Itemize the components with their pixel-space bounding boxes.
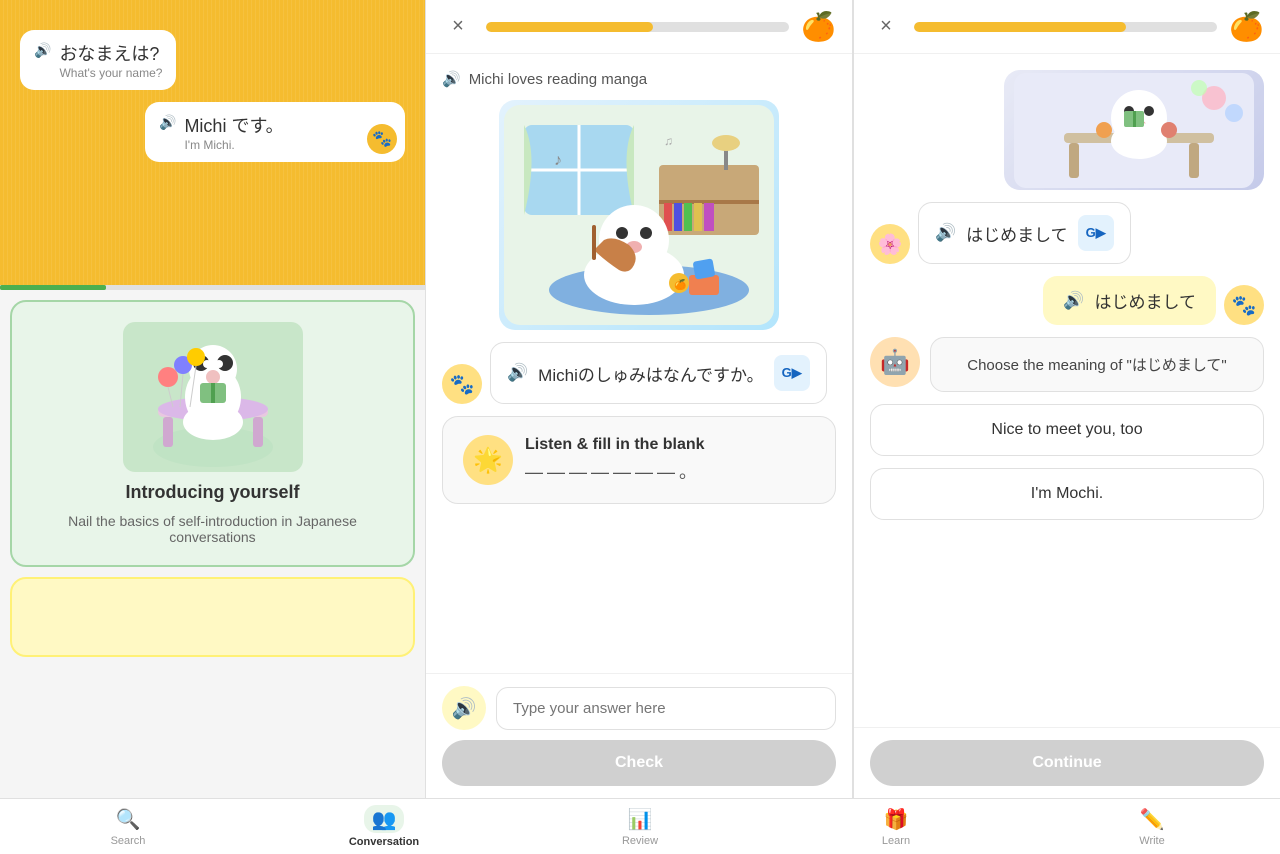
- mascot-avatar-small: 🐾: [367, 124, 397, 154]
- question-box: Choose the meaning of "はじめまして": [930, 337, 1264, 392]
- listen-fill-card: 🌟 Listen & fill in the blank ———————。: [442, 416, 836, 504]
- right-speech-row-right: 🔊 はじめまして 🐾: [870, 276, 1264, 325]
- lesson-card-2[interactable]: [10, 577, 415, 657]
- left-cards-area: Introducing yourself Nail the basics of …: [0, 290, 425, 798]
- left-top-section: 🔊 おなまえは? What's your name? 🔊 Michi です。 I…: [0, 0, 425, 285]
- mid-speech-bubble: 🔊 Michiのしゅみはなんですか。 G▶: [490, 342, 827, 404]
- question-area: 🤖 Choose the meaning of "はじめまして": [870, 337, 1264, 392]
- mid-speaker-icon-2[interactable]: 🔊: [507, 363, 528, 383]
- mid-audio-text: Michi loves reading manga: [469, 71, 647, 88]
- right-speaker-icon-1[interactable]: 🔊: [935, 223, 956, 243]
- nav-label-write: Write: [1139, 835, 1164, 847]
- answer-option-1[interactable]: Nice to meet you, too: [870, 404, 1264, 456]
- lesson-card-1[interactable]: Introducing yourself Nail the basics of …: [10, 300, 415, 567]
- svg-text:♪: ♪: [554, 152, 562, 169]
- right-progress-fill: [914, 22, 1126, 32]
- svg-text:🍊: 🍊: [674, 278, 687, 291]
- nav-label-search: Search: [111, 835, 146, 847]
- speaker-icon-1[interactable]: 🔊: [34, 42, 51, 59]
- nav-label-learn: Learn: [882, 835, 910, 847]
- mochi-music-illustration: ♪ ♫ 🍊: [504, 105, 774, 325]
- continue-button[interactable]: Continue: [870, 740, 1264, 786]
- bubble-text-2: Michi です。: [184, 112, 283, 138]
- right-avatar-right: 🐾: [1224, 285, 1264, 325]
- svg-text:♫: ♫: [664, 134, 673, 148]
- mid-progress-fill: [486, 22, 653, 32]
- nav-item-learn[interactable]: 🎁 Learn: [768, 799, 1024, 854]
- lesson-card-desc: Nail the basics of self-introduction in …: [32, 513, 393, 545]
- mid-speech-text: Michiのしゅみはなんですか。: [538, 361, 763, 386]
- learn-icon: 🎁: [884, 807, 909, 832]
- translate-button-right[interactable]: G▶: [1078, 215, 1114, 251]
- mid-orange-icon: 🍊: [801, 10, 836, 43]
- question-avatar: 🤖: [870, 337, 920, 387]
- mochi-dinner-illustration: [1014, 73, 1254, 188]
- nav-item-review[interactable]: 📊 Review: [512, 799, 768, 854]
- mid-lesson-image: ♪ ♫ 🍊: [499, 100, 779, 330]
- search-icon: 🔍: [116, 807, 141, 832]
- right-bubble-right: 🔊 はじめまして: [1043, 276, 1216, 325]
- chat-bubble-question: 🔊 おなまえは? What's your name?: [20, 30, 176, 90]
- nav-item-conversation[interactable]: 👥 Conversation: [256, 799, 512, 854]
- fill-blank-line: ———————。: [525, 458, 815, 484]
- bubble-sub-2: I'm Michi.: [184, 138, 283, 152]
- right-speech-row-left: 🌸 🔊 はじめまして G▶: [870, 202, 1264, 264]
- nav-active-bg: 👥: [364, 805, 404, 833]
- question-text: Choose the meaning of "はじめまして": [947, 354, 1247, 375]
- write-icon: ✏️: [1140, 807, 1165, 832]
- mid-close-button[interactable]: ×: [442, 11, 474, 43]
- right-lesson-image: [1004, 70, 1264, 190]
- right-panel-footer: Continue: [854, 727, 1280, 798]
- bubble-sub-1: What's your name?: [59, 66, 162, 80]
- lesson-card-title: Introducing yourself: [125, 482, 299, 503]
- speaker-icon-2[interactable]: 🔊: [159, 114, 176, 131]
- chat-bubble-answer: 🔊 Michi です。 I'm Michi. 🐾: [145, 102, 405, 162]
- listen-fill-text-area: Listen & fill in the blank ———————。: [525, 436, 815, 484]
- translate-button-mid[interactable]: G▶: [774, 355, 810, 391]
- mid-avatar: 🐾: [442, 364, 482, 404]
- answer-input[interactable]: [496, 687, 836, 730]
- right-speaker-icon-2[interactable]: 🔊: [1063, 291, 1084, 311]
- right-bubble-right-text: はじめまして: [1095, 288, 1197, 313]
- panda-illustration: [128, 327, 298, 467]
- mid-panel-header: × 🍊: [426, 0, 852, 54]
- right-panel: × 🍊: [853, 0, 1280, 798]
- mid-panel-body: 🔊 Michi loves reading manga: [426, 54, 852, 673]
- nav-item-search[interactable]: 🔍 Search: [0, 799, 256, 854]
- right-panel-body: 🌸 🔊 はじめまして G▶ 🔊 はじめまして 🐾 🤖 Cho: [854, 54, 1280, 727]
- right-close-button[interactable]: ×: [870, 11, 902, 43]
- bottom-navigation: 🔍 Search 👥 Conversation 📊 Review 🎁 Learn…: [0, 798, 1280, 854]
- right-bubble-left-text: はじめまして: [966, 221, 1068, 246]
- nav-label-review: Review: [622, 835, 658, 847]
- check-button[interactable]: Check: [442, 740, 836, 786]
- right-avatar-left: 🌸: [870, 224, 910, 264]
- mid-audio-label: 🔊 Michi loves reading manga: [442, 70, 836, 88]
- mid-speech-row: 🐾 🔊 Michiのしゅみはなんですか。 G▶: [442, 342, 836, 404]
- mid-speaker-icon[interactable]: 🔊: [442, 70, 461, 88]
- right-progress-track: [914, 22, 1217, 32]
- listen-fill-avatar: 🌟: [463, 435, 513, 485]
- left-panel: 🔊 おなまえは? What's your name? 🔊 Michi です。 I…: [0, 0, 425, 798]
- review-icon: 📊: [628, 807, 653, 832]
- lesson-card-image: [123, 322, 303, 472]
- nav-label-conversation: Conversation: [349, 836, 419, 848]
- right-orange-icon: 🍊: [1229, 10, 1264, 43]
- answer-option-2[interactable]: I'm Mochi.: [870, 468, 1264, 520]
- answer-speaker-button[interactable]: 🔊: [442, 686, 486, 730]
- mid-panel: × 🍊 🔊 Michi loves reading manga: [425, 0, 853, 798]
- mid-panel-footer: 🔊 Check: [426, 673, 852, 798]
- nav-item-write[interactable]: ✏️ Write: [1024, 799, 1280, 854]
- right-bubble-left: 🔊 はじめまして G▶: [918, 202, 1131, 264]
- conversation-icon: 👥: [372, 807, 397, 832]
- right-panel-header: × 🍊: [854, 0, 1280, 54]
- answer-row: 🔊: [442, 686, 836, 730]
- bubble-text-1: おなまえは?: [59, 40, 162, 66]
- mid-progress-track: [486, 22, 789, 32]
- listen-fill-label: Listen & fill in the blank: [525, 436, 815, 454]
